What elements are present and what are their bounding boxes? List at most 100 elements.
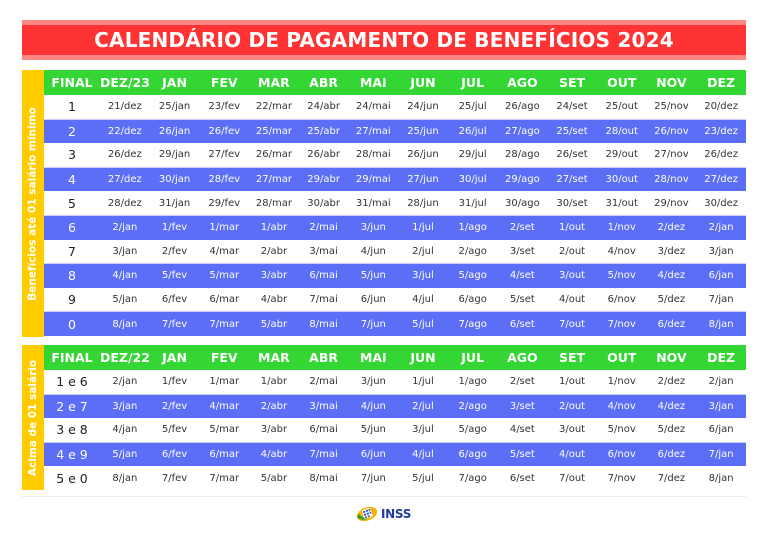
payment-date-cell: 7/nov: [596, 311, 647, 336]
column-header-month: DEZ: [696, 70, 746, 95]
column-header-month: DEZ/23: [100, 70, 150, 95]
payment-date-cell: 6/mar: [199, 287, 250, 313]
payment-date-cell: 5/jun: [348, 263, 399, 288]
payment-date-cell: 7/jan: [696, 287, 746, 313]
payment-date-cell: 28/jun: [398, 191, 448, 216]
payment-date-cell: 6/jun: [348, 442, 399, 466]
payment-date-cell: 3/set: [497, 394, 548, 418]
payment-date-cell: 23/dez: [696, 119, 746, 144]
table-row: 4 e 9 5/jan 6/fev 6/mar 4/abr 7/mai 6/jun 4/jul…: [44, 442, 746, 466]
payment-date-cell: 3/jul: [398, 263, 448, 288]
payment-date-cell: 2/jan: [100, 370, 150, 395]
payment-date-cell: 7/ago: [447, 466, 498, 490]
payment-date-cell: 8/jan: [100, 311, 150, 336]
payment-date-cell: 1/ago: [447, 370, 498, 395]
payment-date-cell: 25/set: [547, 119, 597, 144]
column-header-month: AGO: [497, 345, 548, 370]
table-row: 7 3/jan 2/fev 4/mar 2/abr 3/mai 4/jun 2/jul 2/ag…: [44, 239, 746, 265]
payment-date-cell: 26/jan: [149, 119, 200, 144]
table-row: 8 4/jan 5/fev 5/mar 3/abr 6/mai 5/jun 3/jul 5/ag…: [44, 263, 746, 288]
payment-date-cell: 26/ago: [497, 95, 548, 120]
payment-date-cell: 7/out: [547, 466, 597, 490]
payment-date-cell: 5/dez: [646, 287, 697, 313]
payment-date-cell: 3/mai: [298, 394, 349, 418]
payment-date-cell: 27/nov: [646, 143, 697, 168]
payment-date-cell: 3/jan: [100, 239, 150, 265]
payment-date-cell: 6/fev: [149, 442, 200, 466]
payment-date-cell: 5/jul: [398, 311, 448, 336]
table-row: 3 26/dez 29/jan 27/fev 26/mar 26/abr 28/mai 26/…: [44, 143, 746, 168]
payment-date-cell: 25/out: [596, 95, 647, 120]
payment-date-cell: 25/mar: [249, 119, 299, 144]
payment-date-cell: 6/mar: [199, 442, 250, 466]
payment-date-cell: 25/jul: [447, 95, 498, 120]
final-digit-cell: 4: [44, 167, 100, 192]
payment-date-cell: 26/nov: [646, 119, 697, 144]
column-header-month: JAN: [149, 345, 200, 370]
payment-date-cell: 1/mar: [199, 370, 250, 395]
payment-date-cell: 2/dez: [646, 370, 697, 395]
payment-date-cell: 4/jan: [100, 263, 150, 288]
payment-date-cell: 5/mar: [199, 418, 250, 443]
payment-date-cell: 7/mar: [199, 466, 250, 490]
payment-date-cell: 24/mai: [348, 95, 399, 120]
column-header-month: OUT: [596, 345, 647, 370]
payment-date-cell: 6/set: [497, 311, 548, 336]
side-label: Benefícios até 01 salário mínimo: [22, 70, 44, 337]
payment-date-cell: 3/dez: [646, 239, 697, 265]
final-digit-cell: 1 e 6: [44, 370, 100, 395]
payment-date-cell: 3/mai: [298, 239, 349, 265]
payment-date-cell: 26/abr: [298, 143, 349, 168]
payment-date-cell: 2/out: [547, 394, 597, 418]
payment-date-cell: 30/ago: [497, 191, 548, 216]
payment-date-cell: 2/mai: [298, 370, 349, 395]
column-header-month: NOV: [646, 70, 697, 95]
payment-date-cell: 27/fev: [199, 143, 250, 168]
payment-date-cell: 3/out: [547, 263, 597, 288]
payment-date-cell: 30/abr: [298, 191, 349, 216]
column-header-final: FINAL: [44, 345, 100, 370]
payment-date-cell: 24/jun: [398, 95, 448, 120]
payment-table-minimum-wage: FINAL DEZ/23 JAN FEV MAR ABR MAI JUN JUL AGO SET OU…: [44, 70, 746, 336]
payment-date-cell: 4/abr: [249, 287, 299, 313]
payment-date-cell: 24/set: [547, 95, 597, 120]
payment-date-cell: 6/nov: [596, 287, 647, 313]
payment-date-cell: 6/jan: [696, 418, 746, 443]
payment-date-cell: 7/jun: [348, 466, 399, 490]
payment-date-cell: 4/dez: [646, 263, 697, 288]
column-header-month: OUT: [596, 70, 647, 95]
payment-date-cell: 1/nov: [596, 215, 647, 240]
payment-date-cell: 4/jun: [348, 394, 399, 418]
payment-date-cell: 25/abr: [298, 119, 349, 144]
payment-date-cell: 4/out: [547, 287, 597, 313]
payment-date-cell: 8/mai: [298, 466, 349, 490]
payment-date-cell: 30/jul: [447, 167, 498, 192]
payment-date-cell: 28/fev: [199, 167, 250, 192]
payment-date-cell: 2/out: [547, 239, 597, 265]
payment-date-cell: 31/jul: [447, 191, 498, 216]
column-header-month: ABR: [298, 345, 349, 370]
payment-date-cell: 29/jul: [447, 143, 498, 168]
payment-date-cell: 8/jan: [696, 466, 746, 490]
payment-date-cell: 6/jun: [348, 287, 399, 313]
column-header-month: DEZ/22: [100, 345, 150, 370]
column-header-month: MAR: [249, 345, 299, 370]
column-header-month: JAN: [149, 70, 200, 95]
column-header-month: AGO: [497, 70, 548, 95]
payment-date-cell: 31/out: [596, 191, 647, 216]
payment-date-cell: 2/set: [497, 370, 548, 395]
payment-date-cell: 29/jan: [149, 143, 200, 168]
final-digit-cell: 0: [44, 311, 100, 336]
payment-date-cell: 29/fev: [199, 191, 250, 216]
payment-table-above-minimum-wage: FINAL DEZ/22 JAN FEV MAR ABR MAI JUN JUL AGO SET OU…: [44, 345, 746, 490]
payment-date-cell: 1/fev: [149, 215, 200, 240]
payment-date-cell: 4/dez: [646, 394, 697, 418]
payment-date-cell: 3/jul: [398, 418, 448, 443]
payment-date-cell: 26/fev: [199, 119, 250, 144]
column-header-month: MAI: [348, 345, 399, 370]
payment-date-cell: 4/nov: [596, 394, 647, 418]
payment-date-cell: 5/jun: [348, 418, 399, 443]
payment-date-cell: 7/jan: [696, 442, 746, 466]
footer-divider: [22, 496, 746, 497]
payment-date-cell: 27/mar: [249, 167, 299, 192]
